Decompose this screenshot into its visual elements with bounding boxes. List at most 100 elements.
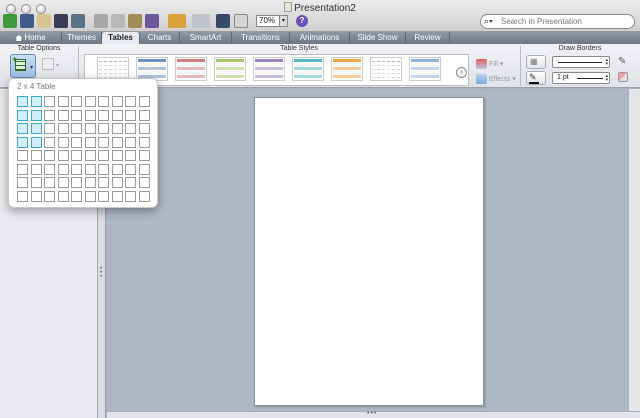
tab-smartart[interactable]: SmartArt xyxy=(180,32,232,44)
table-size-cell[interactable] xyxy=(44,123,55,134)
table-size-cell[interactable] xyxy=(44,150,55,161)
toolbox-icon[interactable] xyxy=(234,14,248,28)
search-box[interactable]: ⌕▾ xyxy=(480,14,635,29)
table-size-cell[interactable] xyxy=(98,177,109,188)
table-size-cell[interactable] xyxy=(84,109,96,121)
table-size-cell[interactable] xyxy=(84,177,96,188)
tab-themes[interactable]: Themes xyxy=(62,32,102,44)
table-style-thumbnail[interactable] xyxy=(409,57,441,81)
table-size-cell[interactable] xyxy=(125,136,136,148)
table-size-cell[interactable] xyxy=(98,123,109,134)
table-size-cell[interactable] xyxy=(111,190,123,202)
table-size-cell[interactable] xyxy=(71,123,82,134)
table-size-cell[interactable] xyxy=(84,190,96,202)
new-slide-icon[interactable] xyxy=(3,14,17,28)
table-size-cell[interactable] xyxy=(138,190,150,202)
notes-splitter[interactable]: ••• xyxy=(107,410,640,418)
table-size-cell[interactable] xyxy=(17,163,28,175)
cut-icon[interactable] xyxy=(94,14,108,28)
search-icon[interactable]: ⌕▾ xyxy=(484,16,493,27)
table-size-cell[interactable] xyxy=(71,109,82,121)
table-size-cell[interactable] xyxy=(30,190,42,202)
table-size-cell[interactable] xyxy=(98,109,109,121)
table-size-cell[interactable] xyxy=(111,150,123,161)
table-size-cell[interactable] xyxy=(57,150,69,161)
table-size-cell[interactable] xyxy=(71,136,82,148)
table-size-cell[interactable] xyxy=(57,136,69,148)
table-size-cell[interactable] xyxy=(44,96,55,107)
tab-slide-show[interactable]: Slide Show xyxy=(350,32,406,44)
table-size-cell[interactable] xyxy=(84,150,96,161)
vertical-scrollbar[interactable] xyxy=(628,89,640,411)
table-size-cell[interactable] xyxy=(111,163,123,175)
table-size-cell[interactable] xyxy=(98,190,109,202)
table-size-cell[interactable] xyxy=(17,109,28,121)
table-size-cell[interactable] xyxy=(98,136,109,148)
table-size-cell[interactable] xyxy=(98,163,109,175)
table-size-cell[interactable] xyxy=(57,123,69,134)
table-size-cell[interactable] xyxy=(57,177,69,188)
table-size-cell[interactable] xyxy=(125,177,136,188)
styles-scroll-right-button[interactable]: › xyxy=(456,67,467,78)
table-size-cell[interactable] xyxy=(138,136,150,148)
table-style-thumbnail[interactable] xyxy=(370,57,402,81)
table-size-cell[interactable] xyxy=(71,150,82,161)
table-size-cell[interactable] xyxy=(44,163,55,175)
table-size-cell[interactable] xyxy=(17,96,28,107)
table-size-cell[interactable] xyxy=(57,163,69,175)
table-size-cell[interactable] xyxy=(125,190,136,202)
table-size-cell[interactable] xyxy=(125,96,136,107)
table-size-cell[interactable] xyxy=(111,177,123,188)
table-size-cell[interactable] xyxy=(138,109,150,121)
table-size-cell[interactable] xyxy=(44,177,55,188)
open-icon[interactable] xyxy=(37,14,51,28)
table-size-cell[interactable] xyxy=(57,190,69,202)
tab-review[interactable]: Review xyxy=(406,32,450,44)
tab-tables[interactable]: Tables xyxy=(102,32,140,44)
table-size-cell[interactable] xyxy=(71,96,82,107)
table-size-cell[interactable] xyxy=(71,190,82,202)
gallery-icon[interactable] xyxy=(20,14,34,28)
line-weight-select[interactable]: 1 pt ▴ ▾ xyxy=(552,72,610,84)
table-size-cell[interactable] xyxy=(125,109,136,121)
table-size-cell[interactable] xyxy=(71,177,82,188)
eraser-icon[interactable] xyxy=(618,72,628,82)
table-style-thumbnail[interactable] xyxy=(331,57,363,81)
table-size-cell[interactable] xyxy=(111,136,123,148)
table-size-cell[interactable] xyxy=(125,123,136,134)
table-size-cell[interactable] xyxy=(44,136,55,148)
pen-color-button[interactable]: ✎ xyxy=(526,71,546,85)
search-input[interactable] xyxy=(501,16,629,27)
table-size-cell[interactable] xyxy=(125,163,136,175)
table-size-cell[interactable] xyxy=(84,96,96,107)
table-size-cell[interactable] xyxy=(17,150,28,161)
format-painter-icon[interactable] xyxy=(145,14,159,28)
table-size-cell[interactable] xyxy=(138,150,150,161)
table-size-cell[interactable] xyxy=(17,177,28,188)
paste-icon[interactable] xyxy=(128,14,142,28)
table-size-cell[interactable] xyxy=(17,123,28,134)
table-size-cell[interactable] xyxy=(44,109,55,121)
table-size-cell[interactable] xyxy=(98,150,109,161)
tab-animations[interactable]: Animations xyxy=(290,32,350,44)
table-size-cell[interactable] xyxy=(138,123,150,134)
table-size-cell[interactable] xyxy=(30,96,42,107)
table-size-cell[interactable] xyxy=(111,96,123,107)
zoom-dropdown-button[interactable]: ▾ xyxy=(279,15,288,27)
copy-icon[interactable] xyxy=(111,14,125,28)
table-size-cell[interactable] xyxy=(30,163,42,175)
table-style-thumbnail[interactable] xyxy=(253,57,285,81)
tab-transitions[interactable]: Transitions xyxy=(232,32,290,44)
table-size-cell[interactable] xyxy=(30,123,42,134)
table-size-cell[interactable] xyxy=(30,136,42,148)
table-size-cell[interactable] xyxy=(44,190,55,202)
table-size-cell[interactable] xyxy=(84,123,96,134)
table-size-cell[interactable] xyxy=(111,123,123,134)
help-icon[interactable]: ? xyxy=(296,15,308,27)
tab-charts[interactable]: Charts xyxy=(140,32,180,44)
table-size-cell[interactable] xyxy=(138,96,150,107)
table-size-cell[interactable] xyxy=(30,150,42,161)
print-icon[interactable] xyxy=(71,14,85,28)
slide[interactable] xyxy=(254,97,484,406)
insert-table-button[interactable]: + ▾ xyxy=(10,54,36,78)
